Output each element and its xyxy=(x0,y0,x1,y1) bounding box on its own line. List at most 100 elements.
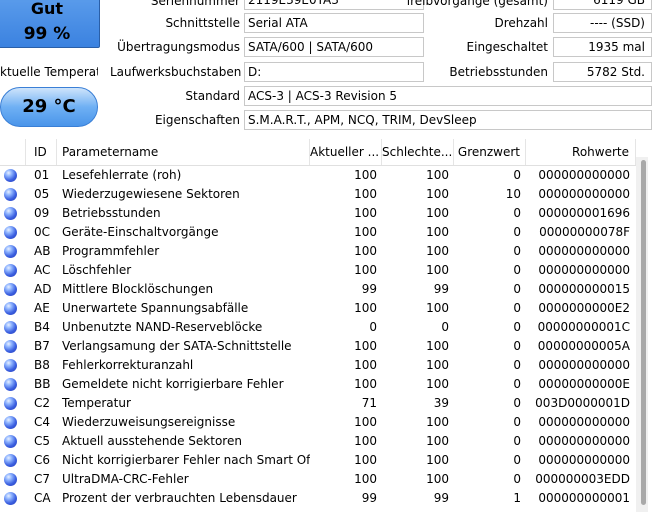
power-on-hours-label: Betriebsstunden xyxy=(449,65,548,79)
cell-raw: 00000000078F xyxy=(539,225,630,239)
status-dot-icon xyxy=(4,397,17,410)
cell-worst: 100 xyxy=(426,453,449,467)
cell-worst: 100 xyxy=(426,244,449,258)
table-row[interactable]: AB Programmfehler 100 100 0 000000000000 xyxy=(0,242,648,261)
table-row[interactable]: C4 Wiederzuweisungsereignisse 100 100 0 00000… xyxy=(0,413,648,432)
table-row[interactable]: B7 Verlangsamung der SATA-Schnittstelle 10… xyxy=(0,337,648,356)
table-row[interactable]: C7 UltraDMA-CRC-Fehler 100 100 0 000000003EDD xyxy=(0,470,648,489)
cell-worst: 99 xyxy=(433,491,449,505)
table-row[interactable]: 05 Wiederzugewiesene Sektoren 100 100 10 0000… xyxy=(0,185,648,204)
cell-raw: 000000000000 xyxy=(538,358,630,372)
cell-raw: 000000000000 xyxy=(538,434,630,448)
table-header: ID Parametername Aktueller ... Schlechte… xyxy=(0,139,648,166)
cell-threshold: 0 xyxy=(513,434,521,448)
table-row[interactable]: 09 Betriebsstunden 100 100 0 000000001696 xyxy=(0,204,648,223)
table-row[interactable]: B8 Fehlerkorrekturanzahl 100 100 0 0000000000… xyxy=(0,356,648,375)
cell-name: Verlangsamung der SATA-Schnittstelle xyxy=(62,339,292,353)
table-row[interactable]: B4 Unbenutzte NAND-Reserveblöcke 0 0 0 000000… xyxy=(0,318,648,337)
column-header-current[interactable]: Aktueller ... xyxy=(310,139,382,165)
cell-threshold: 0 xyxy=(513,263,521,277)
table-row[interactable]: C5 Aktuell ausstehende Sektoren 100 100 0 000… xyxy=(0,432,648,451)
cell-threshold: 0 xyxy=(513,301,521,315)
cell-name: Wiederzugewiesene Sektoren xyxy=(62,187,240,201)
table-row[interactable]: C2 Temperatur 71 39 0 003D0000001D xyxy=(0,394,648,413)
status-dot-icon xyxy=(4,416,17,429)
column-header-status[interactable] xyxy=(0,139,26,165)
cell-worst: 100 xyxy=(426,301,449,315)
table-row[interactable]: 01 Lesefehlerrate (roh) 100 100 0 00000000000… xyxy=(0,166,648,185)
cell-threshold: 10 xyxy=(505,187,521,201)
scrollbar-thumb[interactable] xyxy=(641,160,646,505)
cell-worst: 100 xyxy=(426,263,449,277)
cell-worst: 100 xyxy=(426,168,449,182)
cell-threshold: 0 xyxy=(513,358,521,372)
status-dot-icon xyxy=(4,302,17,315)
cell-current: 71 xyxy=(361,396,377,410)
status-dot-icon xyxy=(4,378,17,391)
status-dot-icon xyxy=(4,454,17,467)
cell-name: Aktuell ausstehende Sektoren xyxy=(62,434,242,448)
cell-threshold: 0 xyxy=(513,168,521,182)
features-value: S.M.A.R.T., APM, NCQ, TRIM, DevSleep xyxy=(244,110,652,130)
cell-current: 100 xyxy=(354,244,377,258)
cell-threshold: 0 xyxy=(513,206,521,220)
cell-threshold: 0 xyxy=(513,320,521,334)
cell-name: Nicht korrigierbarer Fehler nach Smart O… xyxy=(62,453,310,467)
cell-threshold: 0 xyxy=(513,377,521,391)
cell-current: 99 xyxy=(361,491,377,505)
health-status-button[interactable]: Gut 99 % xyxy=(0,0,100,48)
cell-name: Gemeldete nicht korrigierbare Fehler xyxy=(62,377,284,391)
table-row[interactable]: CA Prozent der verbrauchten Lebensdauer 99… xyxy=(0,489,648,508)
cell-id: AD xyxy=(34,282,52,296)
table-row[interactable]: C6 Nicht korrigierbarer Fehler nach Smart… xyxy=(0,451,648,470)
temperature-button[interactable]: 29 °C xyxy=(0,87,98,127)
column-header-name[interactable]: Parametername xyxy=(57,139,310,165)
table-row[interactable]: 0C Geräte-Einschaltvorgänge 100 100 0 0000000… xyxy=(0,223,648,242)
cell-current: 100 xyxy=(354,434,377,448)
status-dot-icon xyxy=(4,226,17,239)
cell-id: C5 xyxy=(34,434,51,448)
table-row[interactable]: AC Löschfehler 100 100 0 000000000000 xyxy=(0,261,648,280)
table-row[interactable]: AD Mittlere Blocklöschungen 99 99 0 000000000… xyxy=(0,280,648,299)
cell-raw: 00000000000E xyxy=(538,377,630,391)
table-row[interactable]: BB Gemeldete nicht korrigierbare Fehler 10… xyxy=(0,375,648,394)
cell-current: 100 xyxy=(354,206,377,220)
cell-id: BB xyxy=(34,377,51,391)
cell-id: AB xyxy=(34,244,51,258)
cell-worst: 100 xyxy=(426,187,449,201)
cell-worst: 100 xyxy=(426,206,449,220)
cell-id: C4 xyxy=(34,415,51,429)
cell-raw: 003D0000001D xyxy=(535,396,630,410)
cell-current: 0 xyxy=(369,320,377,334)
column-header-threshold[interactable]: Grenzwert xyxy=(454,139,526,165)
cell-id: C6 xyxy=(34,453,51,467)
total-writes-label: ireibvorgänge (gesamt) xyxy=(406,0,548,8)
serial-value: 2119E39E0TA3 xyxy=(244,0,424,10)
cell-name: Prozent der verbrauchten Lebensdauer xyxy=(62,491,297,505)
cell-raw: 00000000005A xyxy=(537,339,630,353)
cell-raw: 000000000000 xyxy=(538,415,630,429)
cell-threshold: 0 xyxy=(513,396,521,410)
power-on-count-value: 1935 mal xyxy=(553,37,652,57)
table-row[interactable]: AE Unerwartete Spannungsabfälle 100 100 0 000… xyxy=(0,299,648,318)
cell-raw: 000000000000 xyxy=(538,453,630,467)
column-header-id[interactable]: ID xyxy=(26,139,57,165)
status-dot-icon xyxy=(4,245,17,258)
cell-threshold: 1 xyxy=(513,491,521,505)
cell-id: CA xyxy=(34,491,51,505)
status-dot-icon xyxy=(4,492,17,505)
cell-raw: 000000000000 xyxy=(538,187,630,201)
column-header-raw[interactable]: Rohwerte xyxy=(526,139,636,165)
cell-threshold: 0 xyxy=(513,453,521,467)
cell-raw: 0000000000E2 xyxy=(538,301,630,315)
cell-current: 100 xyxy=(354,225,377,239)
cell-raw: 00000000001C xyxy=(537,320,630,334)
cell-current: 99 xyxy=(361,282,377,296)
cell-current: 100 xyxy=(354,453,377,467)
column-header-worst[interactable]: Schlechte... xyxy=(382,139,454,165)
standard-value: ACS-3 | ACS-3 Revision 5 xyxy=(244,86,652,106)
status-dot-icon xyxy=(4,169,17,182)
power-on-hours-value: 5782 Std. xyxy=(553,62,652,82)
cell-raw: 000000000001 xyxy=(538,491,630,505)
cell-name: Temperatur xyxy=(62,396,131,410)
